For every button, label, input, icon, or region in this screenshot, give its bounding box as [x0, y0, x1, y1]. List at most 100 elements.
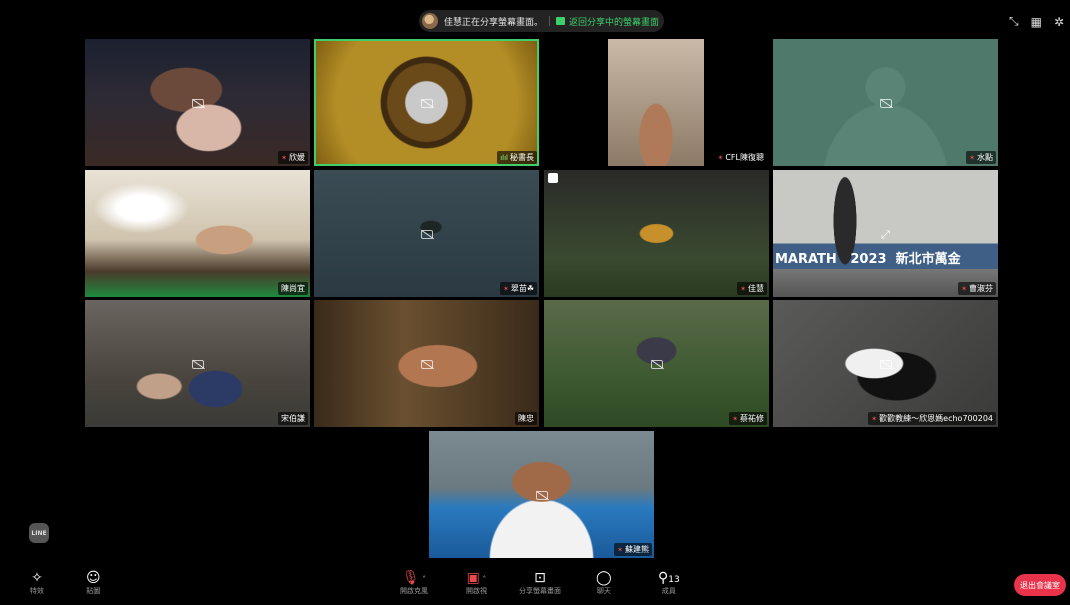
- banner-divider: [549, 16, 551, 26]
- participant-name-tag: ✶ 蔡祐修: [729, 412, 767, 425]
- effects-label: 特效: [30, 587, 44, 595]
- camera-off-icon: [420, 229, 433, 239]
- participant-name: 宋伯謙: [281, 414, 305, 423]
- expand-icon[interactable]: ⤢: [881, 228, 890, 242]
- mic-muted-icon: ✶: [969, 153, 975, 162]
- bottom-toolbar: ✧ 特效 ☺ 貼圖 🎙︎ ˄ 開啟克風 ▣ ˄ 開啟視 ⊡ 分享螢幕畫面 ◯ 聊…: [0, 562, 1070, 605]
- members-button[interactable]: ⚲13 成員: [658, 570, 680, 596]
- participant-video: [608, 39, 704, 166]
- camera-off-icon: [191, 359, 204, 369]
- video-tile[interactable]: 陳尚宜: [85, 170, 310, 297]
- microphone-label: 開啟克風: [400, 587, 428, 595]
- video-tile[interactable]: ✶ 蘇建熊: [429, 431, 654, 558]
- sharer-avatar: [422, 13, 438, 29]
- top-right-controls: ⤡ ▦ ✲: [1009, 14, 1064, 29]
- participant-name-tag: ✶ 佳慧: [737, 282, 767, 295]
- participant-name: 蘇建熊: [625, 545, 649, 554]
- participant-name-tag: ✶ 欣媛: [278, 151, 308, 164]
- share-screen-button[interactable]: ⊡ 分享螢幕畫面: [519, 570, 561, 596]
- participant-name-tag: ✶ 歡歡教練～欣恩媽echo700204: [868, 412, 996, 425]
- participant-name: 欣媛: [289, 153, 305, 162]
- participant-name: 曹淑芬: [969, 284, 993, 293]
- chat-button[interactable]: ◯ 聊天: [596, 570, 612, 596]
- participant-name-tag: 宋伯謙: [278, 412, 308, 425]
- participant-name-tag: 陳尚宜: [278, 282, 308, 295]
- members-count: 13: [668, 575, 680, 585]
- mic-muted-icon: ✶: [961, 284, 967, 293]
- camera-off-icon: [420, 359, 433, 369]
- mic-muted-icon: ✶: [732, 414, 738, 423]
- return-to-share-label: 返回分享中的螢幕畫面: [569, 17, 660, 28]
- event-banner-text: MARATH 2023 新北市萬金: [775, 252, 961, 267]
- sharing-status-text: 佳慧正在分享螢幕畫面。: [444, 17, 544, 28]
- mic-muted-icon: ✶: [740, 284, 746, 293]
- participant-name: 歡歡教練～欣恩媽echo700204: [879, 414, 993, 423]
- participant-name-tag: ✶ 翠苗☘: [499, 282, 537, 295]
- participant-name: 佳慧: [748, 284, 764, 293]
- stickers-button[interactable]: ☺ 貼圖: [86, 570, 101, 596]
- top-bar: 佳慧正在分享螢幕畫面。 返回分享中的螢幕畫面 ⤡ ▦ ✲: [0, 0, 1070, 40]
- collapse-icon[interactable]: ⤡: [1009, 14, 1019, 29]
- share-screen-label: 分享螢幕畫面: [519, 587, 561, 595]
- mic-muted-icon: 🎙︎ ˄: [401, 570, 427, 586]
- sparkle-icon: ✧: [31, 570, 43, 586]
- participant-name: CFL陳復聰: [725, 153, 764, 162]
- video-tile[interactable]: ✶ 佳慧: [544, 170, 769, 297]
- video-tile[interactable]: ✶ 水點: [773, 39, 998, 166]
- participant-name: 陳尚宜: [281, 284, 305, 293]
- camera-off-icon: [420, 98, 433, 108]
- video-tile[interactable]: ✶ 欣媛: [85, 39, 310, 166]
- camera-off-icon: [650, 359, 663, 369]
- effects-button[interactable]: ✧ 特效: [30, 570, 44, 596]
- mic-muted-icon: ✶: [502, 284, 509, 293]
- camera-off-icon: [879, 359, 892, 369]
- participant-name: 蔡祐修: [740, 414, 764, 423]
- participant-name: 秘書長: [510, 153, 534, 162]
- mic-muted-icon: ✶: [717, 153, 724, 162]
- audio-wave-icon: ılıl: [500, 153, 508, 162]
- stickers-label: 貼圖: [86, 587, 101, 595]
- video-tile[interactable]: ✶ 翠苗☘: [314, 170, 539, 297]
- leave-meeting-button[interactable]: 退出會議室: [1014, 574, 1066, 596]
- share-screen-icon: ⊡: [534, 570, 546, 586]
- screen-share-banner: 佳慧正在分享螢幕畫面。 返回分享中的螢幕畫面: [419, 10, 664, 32]
- participant-name-tag: ✶ 曹淑芬: [958, 282, 996, 295]
- screen-share-icon: [556, 17, 566, 25]
- camera-off-icon: [535, 490, 548, 500]
- grid-view-icon[interactable]: ▦: [1031, 15, 1042, 29]
- video-label: 開啟視: [466, 587, 487, 595]
- video-tile[interactable]: ✶ CFL陳復聰: [544, 39, 769, 166]
- camera-off-icon: [191, 98, 204, 108]
- members-label: 成員: [661, 587, 676, 595]
- participant-name-tag: ✶ 蘇建熊: [614, 543, 652, 556]
- return-to-share-button[interactable]: 返回分享中的螢幕畫面: [556, 15, 659, 28]
- video-off-icon: ▣ ˄: [466, 570, 487, 586]
- participant-name: 水點: [977, 153, 993, 162]
- participant-name: 翠苗☘: [510, 284, 534, 293]
- video-tile[interactable]: 陳忠: [314, 300, 539, 427]
- microphone-button[interactable]: 🎙︎ ˄ 開啟克風: [400, 570, 428, 596]
- chat-label: 聊天: [596, 587, 611, 595]
- video-tile[interactable]: 宋伯謙: [85, 300, 310, 427]
- smiley-icon: ☺: [86, 570, 101, 586]
- line-logo: LINE: [29, 523, 49, 543]
- participant-name-tag: ✶ CFL陳復聰: [714, 151, 767, 164]
- pin-icon[interactable]: [548, 173, 558, 183]
- mic-muted-icon: ✶: [281, 153, 287, 162]
- camera-off-icon: [879, 98, 892, 108]
- video-tile-selected[interactable]: ılıl 秘書長: [314, 39, 539, 166]
- video-tile[interactable]: ✶ 歡歡教練～欣恩媽echo700204: [773, 300, 998, 427]
- participant-name-tag: 陳忠: [515, 412, 537, 425]
- video-tile[interactable]: MARATH 2023 新北市萬金 ⤢ ✶ 曹淑芬: [773, 170, 998, 297]
- mic-muted-icon: ✶: [871, 414, 878, 423]
- video-tile[interactable]: ✶ 蔡祐修: [544, 300, 769, 427]
- participant-name-tag: ✶ 水點: [966, 151, 996, 164]
- chat-bubble-icon: ◯: [596, 570, 612, 586]
- participant-name-tag: ılıl 秘書長: [497, 151, 537, 164]
- settings-icon[interactable]: ✲: [1054, 15, 1064, 29]
- person-icon: ⚲13: [658, 570, 680, 586]
- participant-name: 陳忠: [518, 414, 534, 423]
- mic-muted-icon: ✶: [617, 545, 623, 554]
- video-button[interactable]: ▣ ˄ 開啟視: [466, 570, 487, 596]
- participant-video: [825, 170, 865, 297]
